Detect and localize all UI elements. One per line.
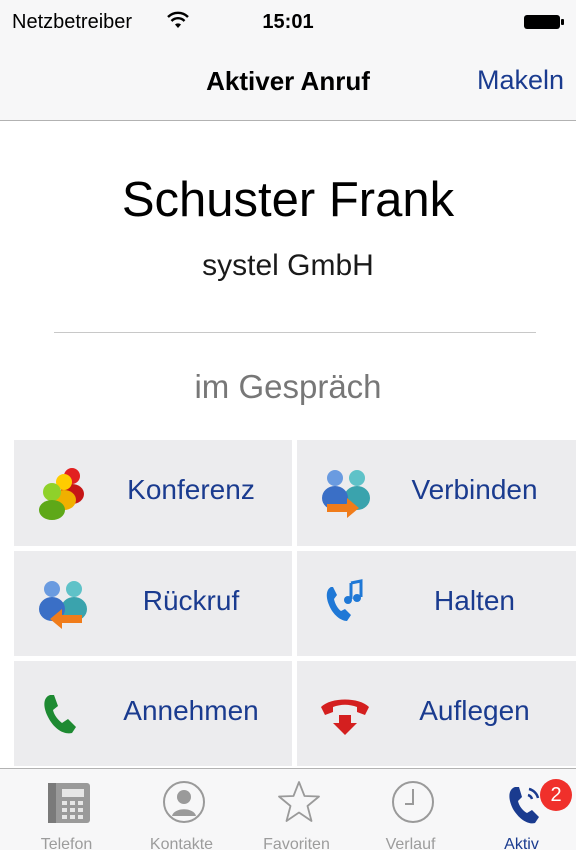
accept-phone-icon	[44, 695, 76, 734]
call-status: im Gespräch	[194, 368, 382, 405]
caller-company: systel GmbH	[202, 249, 374, 282]
callback-label: Rückruf	[142, 585, 240, 616]
battery-icon	[524, 15, 564, 29]
tab-telefon[interactable]: Telefon	[9, 769, 124, 850]
accept-label: Annehmen	[123, 695, 259, 726]
status-bar: Netzbetreiber 15:01	[0, 0, 576, 40]
tab-label: Kontakte	[149, 836, 214, 850]
tab-kontakte[interactable]: Kontakte	[124, 769, 239, 850]
tab-bar: Telefon Kontakte Favoriten Verlauf Aktiv	[0, 768, 576, 850]
navigation-bar: Netzbetreiber 15:01 Aktiver Anruf Makeln	[0, 0, 576, 121]
status-time: 15:01	[262, 11, 314, 33]
callback-button[interactable]: Rückruf	[14, 551, 292, 656]
notification-badge: 2	[540, 779, 572, 811]
active-call-icon	[509, 787, 540, 824]
call-actions-grid: Konferenz Verbinden Rückruf Halten Anneh…	[14, 440, 576, 766]
hold-label: Halten	[434, 585, 515, 616]
tab-verlauf[interactable]: Verlauf	[353, 769, 468, 850]
contact-person-icon	[163, 781, 205, 823]
hold-button[interactable]: Halten	[297, 551, 576, 656]
tab-label: Verlauf	[385, 836, 436, 850]
conference-label: Konferenz	[127, 474, 255, 505]
hangup-label: Auflegen	[419, 695, 530, 726]
hangup-button[interactable]: Auflegen	[297, 661, 576, 766]
hold-music-icon	[326, 579, 363, 621]
caller-name: Schuster Frank	[121, 173, 455, 227]
accept-button[interactable]: Annehmen	[14, 661, 292, 766]
transfer-button[interactable]: Verbinden	[297, 440, 576, 546]
makeln-button[interactable]: Makeln	[477, 65, 564, 96]
tab-label: Telefon	[40, 836, 93, 850]
conference-button[interactable]: Konferenz	[14, 440, 292, 546]
hangup-phone-icon	[321, 699, 369, 735]
transfer-icon	[322, 470, 370, 518]
tab-favoriten[interactable]: Favoriten	[239, 769, 354, 850]
tab-label: Aktiv	[504, 836, 539, 850]
clock-icon	[392, 781, 434, 823]
conference-icon	[39, 468, 84, 520]
star-icon	[278, 781, 320, 822]
app-screen: Netzbetreiber 15:01 Aktiver Anruf Makeln…	[0, 0, 576, 850]
divider	[54, 332, 536, 333]
callback-icon	[39, 581, 87, 629]
transfer-label: Verbinden	[411, 474, 538, 505]
tab-label: Favoriten	[263, 836, 330, 850]
dialpad-phone-icon	[48, 783, 90, 823]
